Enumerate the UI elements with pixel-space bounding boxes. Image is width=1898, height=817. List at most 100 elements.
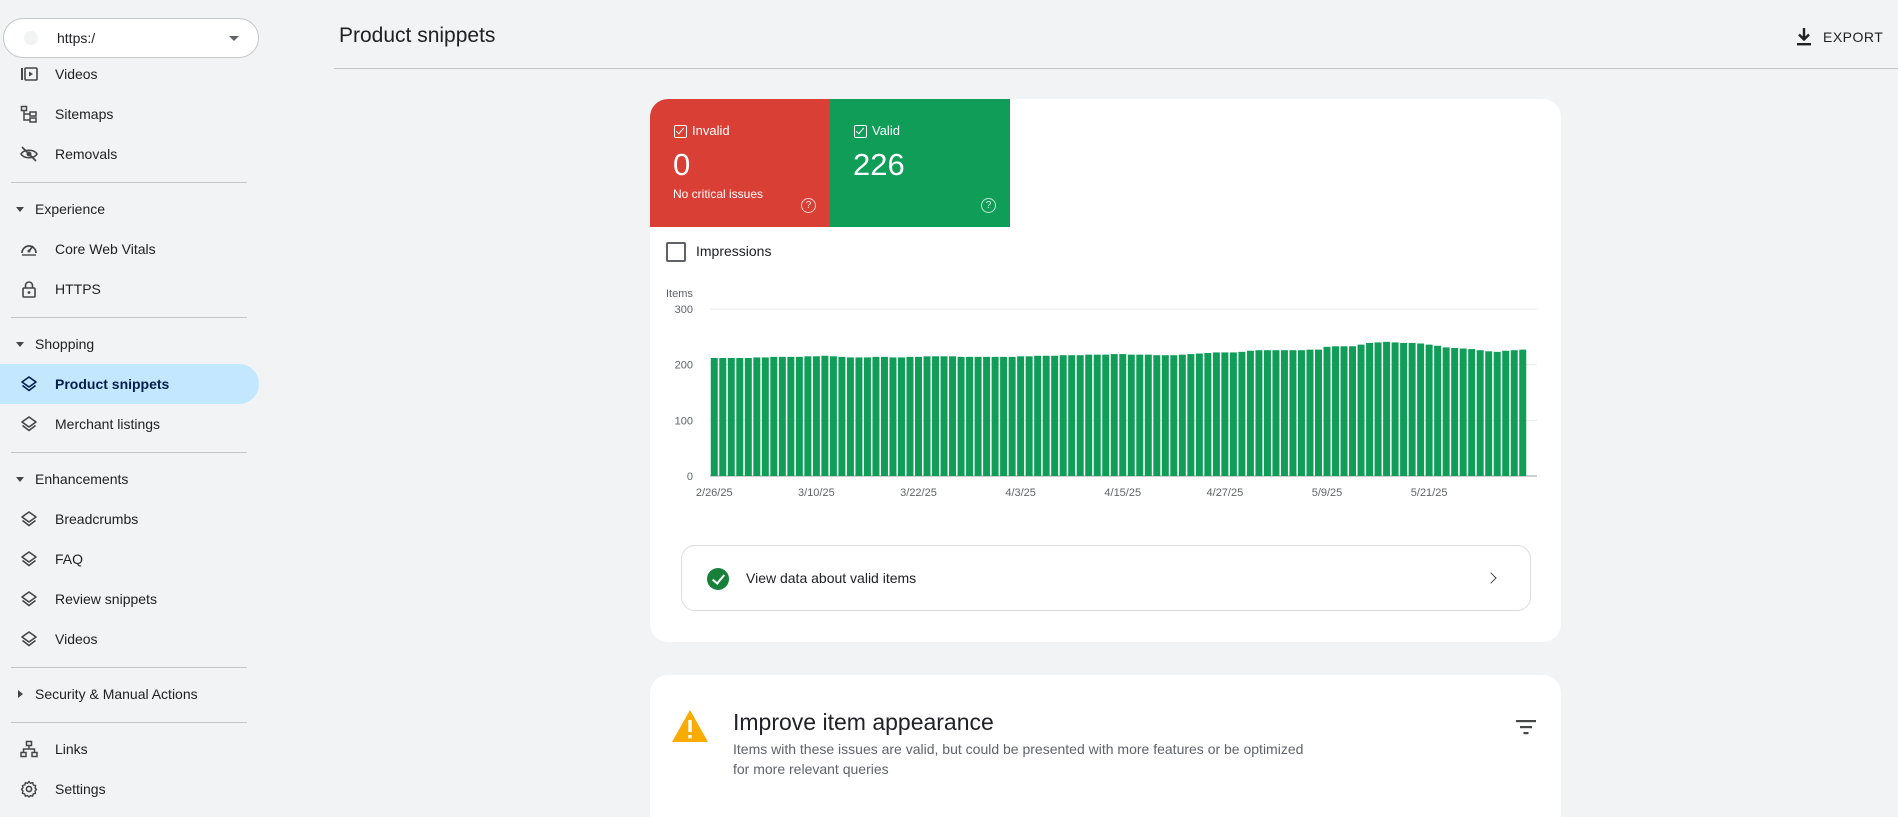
sidebar-item-review-snippets[interactable]: Review snippets: [0, 579, 259, 619]
layers-icon: [21, 511, 37, 527]
items-bar-chart: Items 0 100 200 300 2/26/25 3/10/25 3/22/25 4/3/…: [666, 288, 1537, 499]
chart-bar: [787, 356, 795, 476]
invalid-subtext: No critical issues: [673, 187, 764, 201]
header-divider: [334, 68, 1898, 69]
chart-bar: [1493, 351, 1501, 476]
property-url: https:/: [57, 30, 96, 46]
layers-icon: [21, 551, 37, 567]
view-valid-items-link[interactable]: View data about valid items: [681, 545, 1531, 611]
status-card: Invalid 0 No critical issues ? Valid 226…: [650, 99, 1561, 642]
sidebar-item-settings[interactable]: Settings: [0, 769, 259, 809]
sidebar-item-sitemaps[interactable]: Sitemaps: [0, 94, 259, 134]
chart-bar: [1280, 350, 1288, 476]
section-security[interactable]: Security & Manual Actions: [0, 674, 259, 714]
chart-bar: [1263, 350, 1271, 476]
invalid-count: 0: [673, 147, 691, 182]
page-title: Product snippets: [339, 24, 496, 47]
chart-bar: [719, 357, 727, 476]
chevron-down-icon: [229, 36, 239, 41]
sidebar-divider: [11, 722, 247, 723]
y-tick-label: 0: [687, 471, 693, 483]
chart-bar: [1255, 350, 1263, 476]
x-tick-label: 5/9/25: [1312, 487, 1343, 499]
chart-bar: [1170, 355, 1178, 476]
impressions-checkbox[interactable]: [666, 242, 686, 262]
sidebar-item-label: Sitemaps: [55, 106, 114, 122]
sidebar-item-label: Product snippets: [55, 376, 170, 392]
sidebar-divider: [11, 317, 247, 318]
sidebar-item-videos-pages[interactable]: Videos: [0, 54, 259, 94]
sidebar-item-label: Merchant listings: [55, 416, 161, 432]
layers-icon: [21, 591, 37, 607]
valid-tile[interactable]: Valid 226 ?: [830, 99, 1010, 227]
section-label: Shopping: [35, 336, 95, 352]
chart-bar: [846, 357, 854, 476]
chart-bar: [1178, 354, 1186, 476]
checkbox-checked-icon[interactable]: [854, 125, 867, 138]
export-button[interactable]: EXPORT: [1795, 24, 1883, 50]
chart-bar: [1195, 353, 1203, 476]
caret-down-icon: [16, 342, 24, 347]
sidebar-item-product-snippets[interactable]: Product snippets: [0, 364, 259, 404]
sidebar-item-videos[interactable]: Videos: [0, 619, 259, 659]
impressions-toggle[interactable]: Impressions: [666, 241, 771, 263]
caret-down-icon: [16, 477, 24, 482]
chart-bar: [889, 357, 897, 476]
chart-bar: [1144, 354, 1152, 476]
sidebar-item-label: Removals: [55, 146, 118, 162]
chart-bar: [710, 357, 718, 476]
chart-bar: [1306, 349, 1314, 476]
sidebar-item-core-web-vitals[interactable]: Core Web Vitals: [0, 229, 259, 269]
chart-bar: [1417, 343, 1425, 476]
chart-bar: [1034, 355, 1042, 476]
sidebar-item-breadcrumbs[interactable]: Breadcrumbs: [0, 499, 259, 539]
chart-bar: [1297, 350, 1305, 476]
section-enhancements[interactable]: Enhancements: [0, 459, 259, 499]
chart-bar: [1229, 352, 1237, 476]
x-tick-label: 4/15/25: [1104, 487, 1141, 499]
chart-bar: [1272, 350, 1280, 476]
chart-bar: [1136, 354, 1144, 476]
chart-bar: [1519, 349, 1527, 476]
sidebar-item-label: Breadcrumbs: [55, 511, 139, 527]
y-axis-label: Items: [666, 288, 693, 300]
chart-bar: [1161, 355, 1169, 476]
chart-bar: [1110, 354, 1118, 476]
chart-bar: [1366, 342, 1374, 476]
chart-bar: [804, 356, 812, 476]
sidebar-item-merchant-listings[interactable]: Merchant listings: [0, 404, 259, 444]
sidebar-item-links[interactable]: Links: [0, 729, 259, 769]
chart-bar: [974, 356, 982, 476]
chart-bar: [1042, 355, 1050, 476]
layers-icon: [21, 416, 37, 432]
help-icon[interactable]: ?: [801, 198, 816, 213]
chart-bar: [1153, 355, 1161, 476]
chart-bar: [1127, 354, 1135, 476]
sidebar-item-https[interactable]: HTTPS: [0, 269, 259, 309]
valid-label: Valid: [872, 123, 900, 138]
chart-bar: [795, 356, 803, 476]
filter-icon[interactable]: [1515, 719, 1537, 735]
chart-bar: [1008, 356, 1016, 476]
valid-count: 226: [853, 147, 905, 182]
chart-bar: [744, 357, 752, 476]
chart-bar: [1425, 344, 1433, 476]
sidebar-item-faq[interactable]: FAQ: [0, 539, 259, 579]
chart-bar: [1212, 352, 1220, 476]
chart-bar: [1476, 350, 1484, 476]
chart-bar: [1374, 342, 1382, 476]
sidebar-item-removals[interactable]: Removals: [0, 134, 259, 174]
section-experience[interactable]: Experience: [0, 189, 259, 229]
chart-bar: [1102, 354, 1110, 476]
section-shopping[interactable]: Shopping: [0, 324, 259, 364]
help-icon[interactable]: ?: [981, 198, 996, 213]
invalid-tile[interactable]: Invalid 0 No critical issues ?: [650, 99, 830, 227]
sidebar-item-label: Core Web Vitals: [55, 241, 156, 257]
chart-bar: [863, 357, 871, 476]
chart-bar: [1502, 350, 1510, 476]
video-pages-icon: [21, 67, 38, 81]
property-selector[interactable]: https:/: [3, 18, 259, 58]
checkbox-checked-icon[interactable]: [674, 125, 687, 138]
chart-bar: [1068, 355, 1076, 476]
property-favicon: [24, 31, 38, 45]
